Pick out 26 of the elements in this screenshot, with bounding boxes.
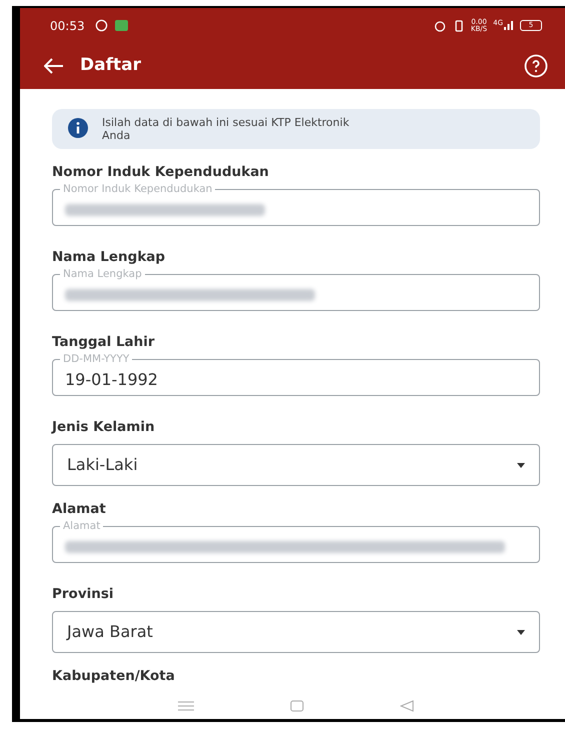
field-label: Nama Lengkap (52, 248, 166, 266)
field-label: Alamat (52, 500, 107, 518)
select-field[interactable]: Laki-Laki (52, 444, 540, 486)
help-icon[interactable] (524, 54, 548, 78)
field-label: Jenis Kelamin (52, 418, 156, 436)
back-icon[interactable] (400, 700, 414, 712)
vibrate-icon (452, 20, 465, 32)
app-notification-icon (114, 20, 128, 31)
field-label: Nomor Induk Kependudukan (52, 163, 270, 181)
app-bar-title: Daftar (80, 54, 141, 78)
input-value: 19-01-1992 (65, 370, 158, 390)
field-label: Kabupaten/Kota (52, 667, 176, 685)
status-time: 00:53 (50, 18, 85, 34)
dropdown-caret-icon (517, 630, 525, 634)
select-field[interactable]: Jawa Barat (52, 611, 540, 653)
floating-label: Nomor Induk Kependudukan (60, 182, 216, 196)
back-arrow-icon[interactable] (44, 58, 64, 74)
field-label: Provinsi (52, 585, 115, 603)
menu-icon[interactable] (178, 701, 194, 711)
dropdown-caret-icon (517, 462, 525, 468)
floating-label: Nama Lengkap (60, 267, 145, 281)
signal-icon (503, 20, 514, 31)
field-label: Tanggal Lahir (52, 333, 156, 351)
info-icon (68, 118, 88, 138)
notice-text: Isilah data di bawah ini sesuai KTP Elektronik Anda (102, 116, 350, 142)
home-icon[interactable] (290, 700, 304, 712)
